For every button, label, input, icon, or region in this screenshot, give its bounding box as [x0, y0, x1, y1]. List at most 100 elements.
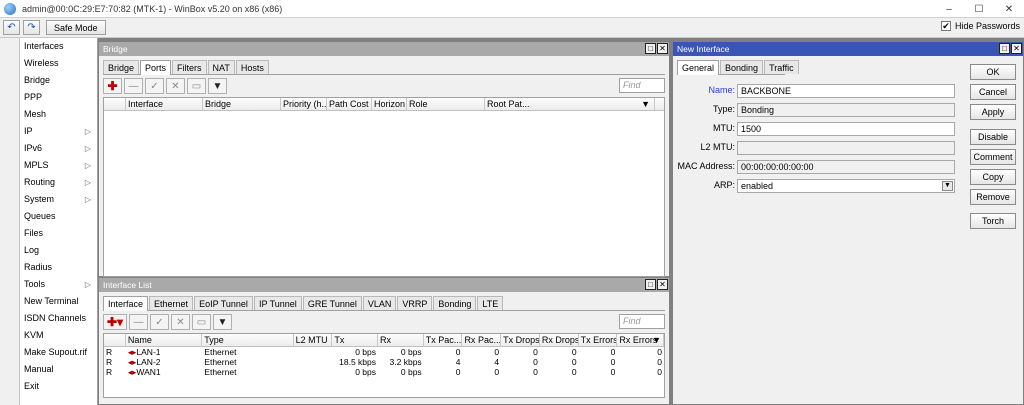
- tab-ip-tunnel[interactable]: IP Tunnel: [253, 296, 302, 310]
- sidebar-item-files[interactable]: Files: [20, 225, 97, 242]
- bridge-ports-toolbar: ✚ — ✓ ✕ ▭ ▼ Find: [99, 75, 669, 97]
- torch-button[interactable]: Torch: [970, 213, 1016, 229]
- table-header: Interface Bridge Priority (h... Path Cos…: [104, 98, 664, 111]
- find-input[interactable]: Find: [619, 314, 665, 329]
- dropdown-arrow-icon[interactable]: ▼: [942, 181, 953, 191]
- enable-button[interactable]: ✓: [145, 78, 164, 94]
- sidebar-item-interfaces[interactable]: Interfaces: [20, 38, 97, 55]
- sidebar-item-manual[interactable]: Manual: [20, 361, 97, 378]
- undo-button[interactable]: ↶: [3, 20, 20, 35]
- cancel-button[interactable]: Cancel: [970, 84, 1016, 100]
- ok-button[interactable]: OK: [970, 64, 1016, 80]
- sidebar-item-new-terminal[interactable]: New Terminal: [20, 293, 97, 310]
- bridge-ports-table: Interface Bridge Priority (h... Path Cos…: [103, 97, 665, 277]
- check-icon: ✓: [150, 80, 159, 92]
- tab-gre-tunnel[interactable]: GRE Tunnel: [302, 296, 362, 310]
- bridge-tabs: Bridge Ports Filters NAT Hosts: [103, 60, 665, 75]
- restore-icon[interactable]: □: [999, 43, 1010, 54]
- disable-button[interactable]: ✕: [166, 78, 185, 94]
- interface-list-toolbar: ✚▾ — ✓ ✕ ▭ ▼ Find: [99, 311, 669, 333]
- tab-vrrp[interactable]: VRRP: [397, 296, 433, 310]
- arp-select[interactable]: enabled ▼: [737, 179, 955, 193]
- comment-icon: ▭: [191, 80, 202, 92]
- table-row[interactable]: R ◂▸WAN1 Ethernet 0 bps 0 bps 0 0 0 0 0 …: [104, 367, 664, 377]
- sidebar-item-mpls[interactable]: MPLS ▷: [20, 157, 97, 174]
- tab-nat[interactable]: NAT: [207, 60, 235, 74]
- tab-hosts[interactable]: Hosts: [235, 60, 269, 74]
- table-row[interactable]: R ◂▸LAN-1 Ethernet 0 bps 0 bps 0 0 0 0 0…: [104, 347, 664, 357]
- restore-icon[interactable]: □: [645, 43, 656, 54]
- sidebar-item-radius[interactable]: Radius: [20, 259, 97, 276]
- table-row[interactable]: R ◂▸LAN-2 Ethernet 18.5 kbps 3.2 kbps 4 …: [104, 357, 664, 367]
- sidebar-item-routing[interactable]: Routing ▷: [20, 174, 97, 191]
- tab-ports[interactable]: Ports: [140, 60, 172, 75]
- tab-ethernet[interactable]: Ethernet: [149, 296, 194, 310]
- column-dropdown-icon[interactable]: ▼: [641, 98, 650, 110]
- disable-button[interactable]: ✕: [171, 314, 190, 330]
- remove-button[interactable]: —: [129, 314, 148, 330]
- tab-bridge[interactable]: Bridge: [103, 60, 140, 74]
- sidebar-item-log[interactable]: Log: [20, 242, 97, 259]
- filter-button[interactable]: ▼: [213, 314, 232, 330]
- sidebar-item-exit[interactable]: Exit: [20, 378, 97, 395]
- enable-button[interactable]: ✓: [150, 314, 169, 330]
- submenu-arrow-icon: ▷: [84, 195, 91, 204]
- remove-button[interactable]: —: [124, 78, 143, 94]
- sidebar-item-kvm[interactable]: KVM: [20, 327, 97, 344]
- submenu-arrow-icon: ▷: [84, 144, 91, 153]
- close-icon[interactable]: ✕: [657, 43, 668, 54]
- safe-mode-button[interactable]: Safe Mode: [46, 20, 106, 35]
- sidebar-item-mesh[interactable]: Mesh: [20, 106, 97, 123]
- mtu-field[interactable]: 1500: [737, 122, 955, 136]
- restore-icon[interactable]: □: [645, 279, 656, 290]
- sidebar-item-ppp[interactable]: PPP: [20, 89, 97, 106]
- sidebar-item-isdn-channels[interactable]: ISDN Channels: [20, 310, 97, 327]
- tab-interface[interactable]: Interface: [103, 296, 149, 311]
- tab-filters[interactable]: Filters: [172, 60, 207, 74]
- tab-lte[interactable]: LTE: [477, 296, 504, 310]
- comment-button[interactable]: Comment: [970, 149, 1016, 165]
- copy-button[interactable]: Copy: [970, 169, 1016, 185]
- tab-traffic[interactable]: Traffic: [764, 60, 799, 74]
- close-window-button[interactable]: ✕: [994, 0, 1024, 18]
- interface-list-titlebar[interactable]: Interface List □ ✕: [99, 278, 669, 292]
- tab-general[interactable]: General: [677, 60, 720, 75]
- new-interface-titlebar[interactable]: New Interface □ ✕: [673, 42, 1023, 56]
- x-icon: ✕: [176, 316, 185, 328]
- column-dropdown-icon[interactable]: ▼: [652, 334, 661, 346]
- hide-passwords-checkbox[interactable]: ✔: [940, 21, 951, 31]
- tab-eoip-tunnel[interactable]: EoIP Tunnel: [194, 296, 253, 310]
- tab-vlan[interactable]: VLAN: [362, 296, 397, 310]
- redo-button[interactable]: ↷: [23, 20, 40, 35]
- apply-button[interactable]: Apply: [970, 104, 1016, 120]
- sidebar-item-queues[interactable]: Queues: [20, 208, 97, 225]
- sidebar-item-wireless[interactable]: Wireless: [20, 55, 97, 72]
- hide-passwords-toggle[interactable]: ✔ Hide Passwords: [940, 21, 1020, 31]
- remove-button[interactable]: Remove: [970, 189, 1016, 205]
- type-label: Type:: [712, 104, 735, 114]
- sidebar-item-bridge[interactable]: Bridge: [20, 72, 97, 89]
- maximize-button[interactable]: ☐: [964, 0, 994, 18]
- sidebar-item-ip[interactable]: IP ▷: [20, 123, 97, 140]
- close-icon[interactable]: ✕: [1011, 43, 1022, 54]
- add-button[interactable]: ✚: [103, 78, 122, 94]
- comment-button[interactable]: ▭: [192, 314, 211, 330]
- minimize-button[interactable]: –: [934, 0, 964, 18]
- general-form: Name: BACKBONE Type: Bonding MTU: 1500 L…: [673, 74, 963, 394]
- add-dropdown-button[interactable]: ✚▾: [103, 314, 127, 330]
- mac-row: MAC Address: 00:00:00:00:00:00: [673, 160, 955, 174]
- comment-button[interactable]: ▭: [187, 78, 206, 94]
- close-icon[interactable]: ✕: [657, 279, 668, 290]
- tab-bonding[interactable]: Bonding: [720, 60, 764, 74]
- find-input[interactable]: Find: [619, 78, 665, 93]
- bridge-window-titlebar[interactable]: Bridge □ ✕: [99, 42, 669, 56]
- arp-row: ARP: enabled ▼: [673, 179, 955, 193]
- disable-button[interactable]: Disable: [970, 129, 1016, 145]
- tab-bonding[interactable]: Bonding: [433, 296, 477, 310]
- filter-button[interactable]: ▼: [208, 78, 227, 94]
- sidebar-item-ipv6[interactable]: IPv6 ▷: [20, 140, 97, 157]
- sidebar-item-tools[interactable]: Tools ▷: [20, 276, 97, 293]
- sidebar-item-make-supout[interactable]: Make Supout.rif: [20, 344, 97, 361]
- sidebar-item-system[interactable]: System ▷: [20, 191, 97, 208]
- name-field[interactable]: BACKBONE: [737, 84, 955, 98]
